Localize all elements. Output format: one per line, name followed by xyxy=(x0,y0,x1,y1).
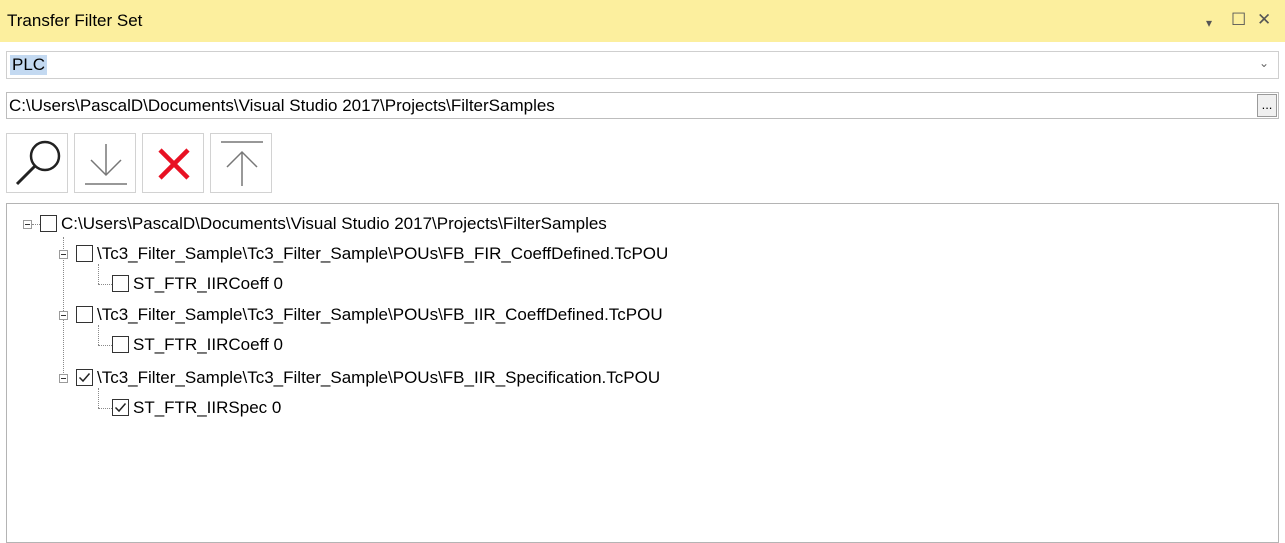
panel-title-bar: Transfer Filter Set ▾ ☐ ✕ xyxy=(0,0,1285,42)
tree-node-label: ST_FTR_IIRCoeff 0 xyxy=(133,274,283,293)
tree-node-label: \Tc3_Filter_Sample\Tc3_Filter_Sample\POU… xyxy=(97,368,661,387)
tree-node-file[interactable]: \Tc3_Filter_Sample\Tc3_Filter_Sample\POU… xyxy=(7,366,1207,390)
tree-node-root[interactable]: C:\Users\PascalD\Documents\Visual Studio… xyxy=(7,212,1207,236)
dropdown-menu-icon[interactable]: ▾ xyxy=(1206,13,1212,33)
delete-button[interactable] xyxy=(142,133,204,193)
tree-node-label: C:\Users\PascalD\Documents\Visual Studio… xyxy=(61,214,607,233)
tree-node-file[interactable]: \Tc3_Filter_Sample\Tc3_Filter_Sample\POU… xyxy=(7,242,1207,266)
collapse-icon[interactable] xyxy=(59,311,68,320)
file-checkbox-checked[interactable] xyxy=(76,369,93,386)
tree-node-label: ST_FTR_IIRSpec 0 xyxy=(133,398,282,417)
filter-tree[interactable]: C:\Users\PascalD\Documents\Visual Studio… xyxy=(6,203,1279,543)
collapse-icon[interactable] xyxy=(59,374,68,383)
checkmark-icon xyxy=(114,403,127,413)
path-field[interactable]: C:\Users\PascalD\Documents\Visual Studio… xyxy=(6,92,1279,119)
tree-node-struct[interactable]: ST_FTR_IIRCoeff 0 xyxy=(7,272,407,296)
tree-node-label: \Tc3_Filter_Sample\Tc3_Filter_Sample\POU… xyxy=(97,244,669,263)
project-select[interactable]: PLC ⌄ xyxy=(6,51,1279,79)
upload-arrow-icon xyxy=(221,141,263,186)
struct-checkbox[interactable] xyxy=(112,336,129,353)
struct-checkbox-checked[interactable] xyxy=(112,399,129,416)
search-icon xyxy=(15,140,61,186)
tree-node-struct[interactable]: ST_FTR_IIRCoeff 0 xyxy=(7,333,407,357)
close-icon[interactable]: ✕ xyxy=(1257,10,1271,30)
maximize-icon[interactable]: ☐ xyxy=(1231,10,1246,30)
path-field-value: C:\Users\PascalD\Documents\Visual Studio… xyxy=(9,96,555,115)
panel-title: Transfer Filter Set xyxy=(7,11,143,30)
tree-connector xyxy=(32,224,40,225)
struct-checkbox[interactable] xyxy=(112,275,129,292)
browse-button[interactable]: ... xyxy=(1257,94,1277,117)
project-select-value: PLC xyxy=(10,55,48,75)
search-button[interactable] xyxy=(6,133,68,193)
tree-node-struct[interactable]: ST_FTR_IIRSpec 0 xyxy=(7,396,407,420)
tree-node-file[interactable]: \Tc3_Filter_Sample\Tc3_Filter_Sample\POU… xyxy=(7,303,1207,327)
chevron-down-icon[interactable]: ⌄ xyxy=(1259,56,1269,70)
checkmark-icon xyxy=(78,373,91,383)
collapse-icon[interactable] xyxy=(59,250,68,259)
download-button[interactable] xyxy=(74,133,136,193)
upload-button[interactable] xyxy=(210,133,272,193)
tree-node-label: ST_FTR_IIRCoeff 0 xyxy=(133,335,283,354)
tree-node-label: \Tc3_Filter_Sample\Tc3_Filter_Sample\POU… xyxy=(97,305,663,324)
collapse-icon[interactable] xyxy=(23,220,32,229)
download-arrow-icon xyxy=(85,144,127,185)
root-checkbox[interactable] xyxy=(40,215,57,232)
file-checkbox[interactable] xyxy=(76,306,93,323)
delete-x-icon xyxy=(158,148,190,180)
file-checkbox[interactable] xyxy=(76,245,93,262)
